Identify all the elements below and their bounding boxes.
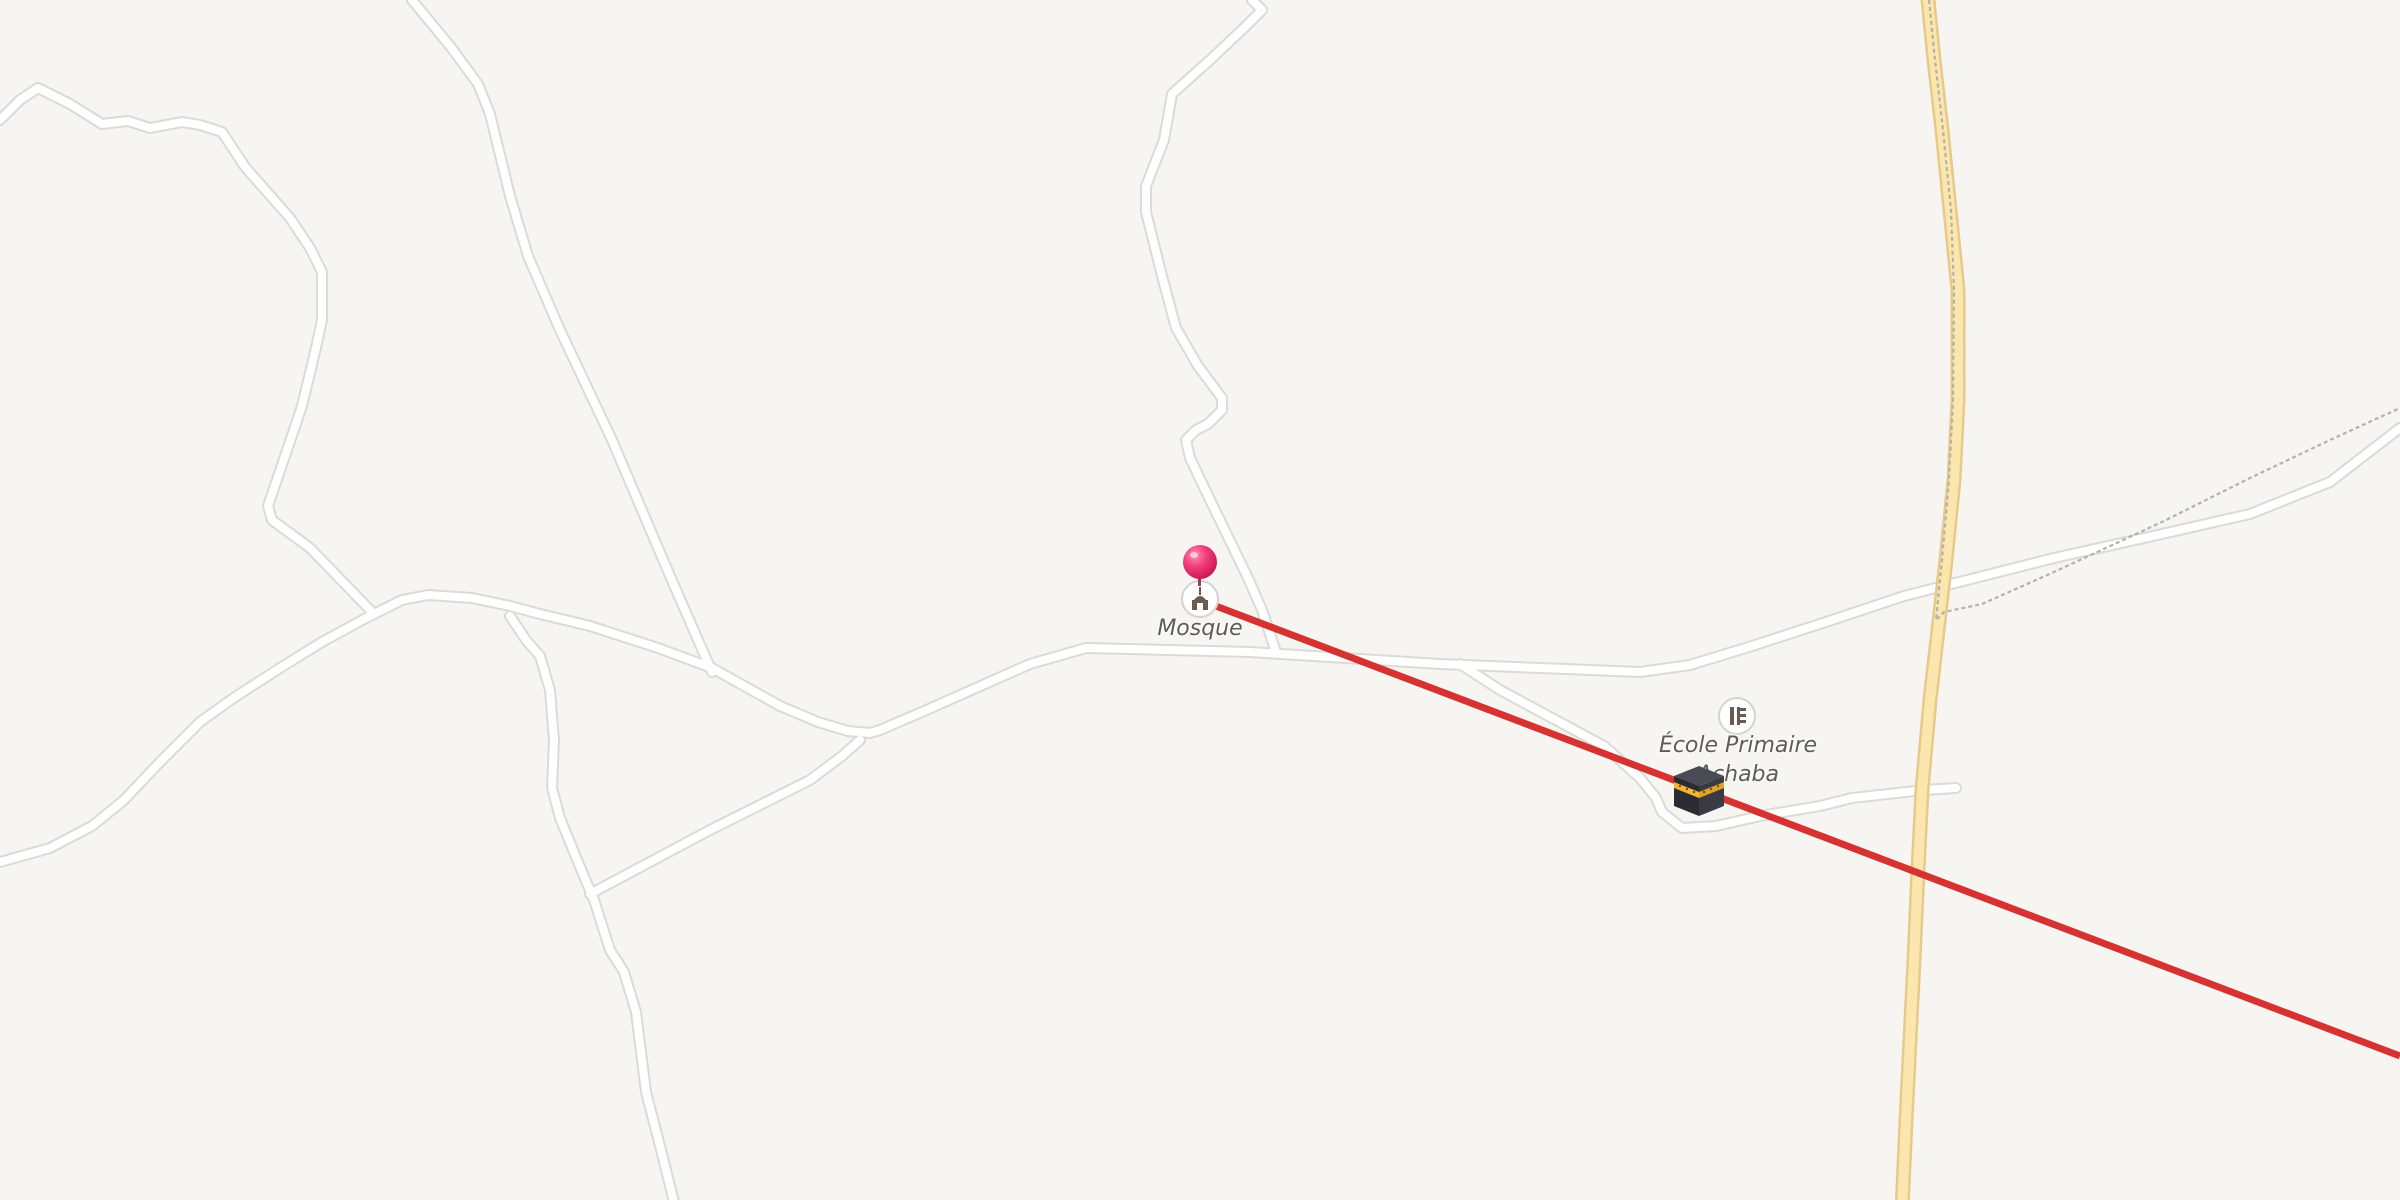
map-pin-icon[interactable] bbox=[1180, 544, 1220, 586]
kaaba-icon[interactable] bbox=[1670, 762, 1728, 820]
poi-label-school: École Primaire Achaba bbox=[1658, 733, 1818, 787]
admin-boundary bbox=[1927, 0, 2400, 623]
poi-label-mosque: Mosque bbox=[1157, 616, 1243, 641]
school-icon[interactable] bbox=[1718, 697, 1756, 735]
route-layer bbox=[1198, 596, 2400, 1060]
map-canvas[interactable]: Mosque École Primaire Achaba bbox=[0, 0, 2400, 1200]
route-line bbox=[1198, 596, 2400, 1060]
